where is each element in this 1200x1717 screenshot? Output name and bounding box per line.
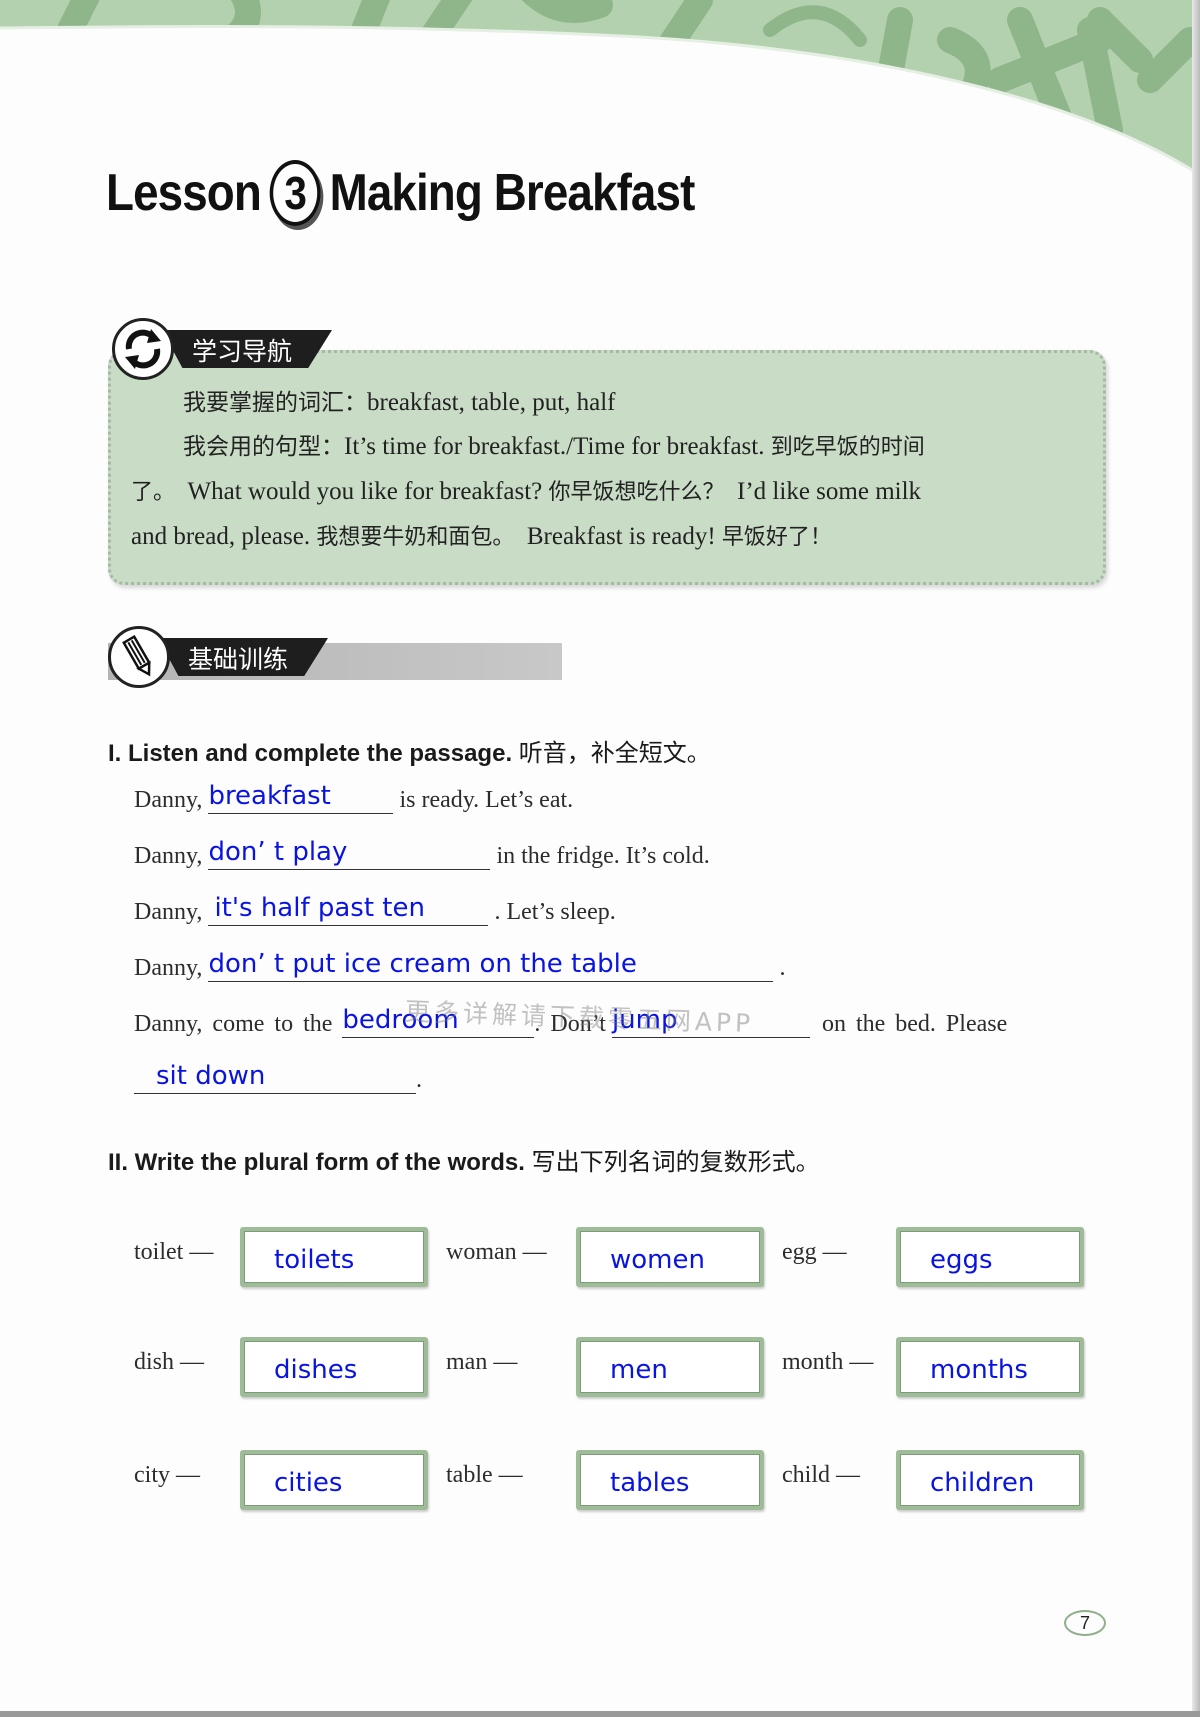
section-2-title-en: II. Write the plural form of the words. (108, 1149, 525, 1176)
sentence-1-cn-end: 了。 (131, 480, 176, 505)
line-suffix: on the bed. Please (821, 1011, 1008, 1037)
pencil-icon (108, 626, 170, 688)
plural-answer-box[interactable]: tables (576, 1450, 764, 1510)
section-1-title-cn: 听音，补全短文。 (518, 739, 711, 767)
answer-text: jump (611, 1005, 678, 1035)
answer-blank-6[interactable]: jump (611, 1005, 810, 1038)
plural-word: man — (446, 1349, 518, 1375)
plural-word: dish — (134, 1349, 205, 1375)
vocab-label: 我要掌握的词汇： (183, 390, 367, 416)
plural-answer-box[interactable]: toilets (240, 1227, 428, 1287)
passage-line-4: Danny, don’ t put ice cream on the table… (134, 949, 786, 982)
plural-answer-text: dishes (274, 1355, 358, 1385)
answer-text: sit down (156, 1061, 266, 1091)
answer-text: bedroom (342, 1005, 459, 1035)
lesson-prefix: Lesson (106, 164, 262, 222)
refresh-arrows-icon (112, 318, 174, 380)
plural-answer-box[interactable]: women (576, 1227, 764, 1287)
plural-answer-text: children (930, 1468, 1035, 1498)
plural-answer-text: men (610, 1355, 668, 1385)
plural-answer-text: women (610, 1245, 705, 1275)
section-2-title-cn: 写出下列名词的复数形式。 (531, 1148, 820, 1176)
sentence-3b: and bread, please. (131, 523, 311, 550)
sentence-4-cn: 早饭好了！ (721, 525, 832, 550)
answer-blank-7[interactable]: sit down (134, 1061, 416, 1094)
lesson-name: Making Breakfast (329, 164, 696, 222)
line-suffix: in the fridge. It’s cold. (496, 843, 710, 869)
plural-word: egg — (782, 1239, 847, 1265)
study-guide-text: 我要掌握的词汇：breakfast, table, put, half 我会用的… (131, 381, 1073, 560)
plural-word: child — (782, 1462, 860, 1488)
passage-line-6: sit down . (134, 1061, 422, 1094)
sentence-row: 我会用的句型：It’s time for breakfast./Time for… (131, 425, 1073, 470)
plural-word: month — (782, 1349, 874, 1375)
plural-word: toilet — (134, 1239, 214, 1265)
answer-blank-1[interactable]: breakfast (208, 781, 394, 814)
basics-tab: 基础训练 (158, 638, 329, 676)
sentence-1-cn: 到吃早饭的时间 (770, 435, 925, 460)
line-prefix: Danny, (134, 843, 203, 869)
answer-text: don’ t put ice cream on the table (208, 949, 637, 979)
plural-word: city — (134, 1462, 200, 1488)
sentence-row-2: 了。 What would you like for breakfast? 你早… (131, 470, 1073, 515)
line-suffix: . (779, 955, 786, 981)
study-guide-tab: 学习导航 (162, 330, 333, 368)
plural-answer-box[interactable]: months (896, 1337, 1084, 1397)
sentence-label: 我会用的句型： (183, 434, 344, 460)
answer-blank-3[interactable]: it's half past ten (208, 893, 489, 926)
answer-blank-5[interactable]: bedroom (342, 1005, 535, 1038)
sentence-1: It’s time for breakfast./Time for breakf… (344, 433, 765, 460)
sentence-row-3: and bread, please. 我想要牛奶和面包。 Breakfast i… (131, 515, 1073, 560)
sentence-2: What would you like for breakfast? (187, 478, 543, 505)
section-1-title-en: I. Listen and complete the passage. (108, 740, 513, 767)
sentence-2-cn: 你早饭想吃什么？ (548, 480, 725, 505)
answer-text: breakfast (208, 781, 331, 811)
vocab-row: 我要掌握的词汇：breakfast, table, put, half (131, 381, 1073, 425)
answer-blank-2[interactable]: don’ t play (208, 837, 491, 870)
passage-line-5: Danny, come to the bedroom . Don’t jump … (134, 1005, 1008, 1038)
section-2-title: II. Write the plural form of the words. … (108, 1142, 820, 1177)
line-middle: . Don’t (534, 1011, 606, 1037)
plural-answer-box[interactable]: men (576, 1337, 764, 1397)
page-edge-bottom (0, 1711, 1200, 1717)
plural-answer-text: cities (274, 1468, 343, 1498)
plural-answer-box[interactable]: eggs (896, 1227, 1084, 1287)
vocab-words: breakfast, table, put, half (367, 389, 616, 416)
sentence-3-cn: 我想要牛奶和面包。 (316, 525, 515, 550)
plural-answer-text: toilets (274, 1245, 355, 1275)
sentence-4: Breakfast is ready! (526, 523, 716, 550)
plural-answer-text: months (930, 1355, 1028, 1385)
line-suffix: is ready. Let’s eat. (399, 787, 574, 813)
page-edge (1192, 0, 1200, 1717)
line-prefix: Danny, come to the (134, 1011, 333, 1037)
answer-text: it's half past ten (214, 893, 425, 923)
passage-line-3: Danny, it's half past ten . Let’s sleep. (134, 893, 616, 926)
line-prefix: Danny, (134, 955, 203, 981)
sentence-3a: I’d like some milk (737, 478, 922, 505)
lesson-number-badge: 3 (269, 160, 321, 226)
plural-answer-text: eggs (930, 1245, 993, 1275)
section-1-title: I. Listen and complete the passage. 听音，补… (108, 733, 711, 768)
basics-header: 基础训练 (108, 626, 329, 688)
line-suffix: . Let’s sleep. (494, 899, 616, 925)
answer-text: don’ t play (208, 837, 348, 867)
passage-line-1: Danny, breakfast is ready. Let’s eat. (134, 781, 574, 814)
plural-word: woman — (446, 1239, 547, 1265)
line-suffix: . (416, 1067, 422, 1093)
plural-answer-text: tables (610, 1468, 690, 1498)
line-prefix: Danny, (134, 787, 203, 813)
plural-answer-box[interactable]: dishes (240, 1337, 428, 1397)
page-number: 7 (1064, 1610, 1106, 1636)
passage-line-2: Danny, don’ t play in the fridge. It’s c… (134, 837, 710, 870)
answer-blank-4[interactable]: don’ t put ice cream on the table (208, 949, 774, 982)
plural-answer-box[interactable]: children (896, 1450, 1084, 1510)
study-guide-header: 学习导航 (112, 318, 333, 380)
plural-answer-box[interactable]: cities (240, 1450, 428, 1510)
plural-word: table — (446, 1462, 523, 1488)
lesson-title: Lesson 3 Making Breakfast (106, 160, 696, 226)
line-prefix: Danny, (134, 899, 203, 925)
study-guide-box: 我要掌握的词汇：breakfast, table, put, half 我会用的… (108, 350, 1106, 585)
